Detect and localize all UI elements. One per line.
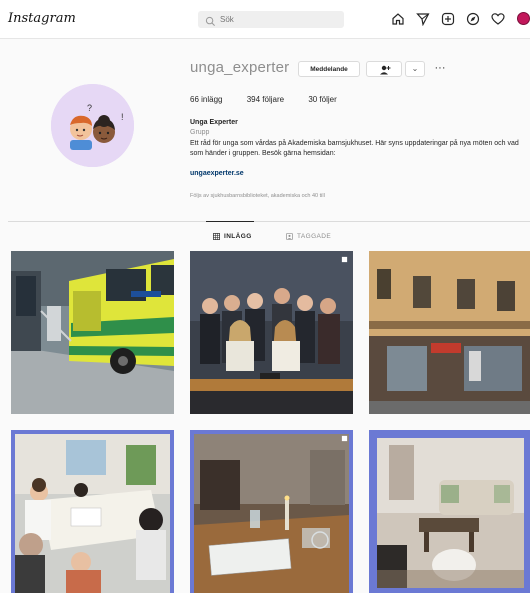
children-table-photo (11, 430, 174, 593)
new-post-icon[interactable] (441, 12, 455, 26)
search-input[interactable] (198, 11, 344, 28)
search-icon (205, 14, 216, 26)
explore-icon[interactable] (466, 12, 480, 26)
profile-avatar: ? ! (51, 84, 134, 167)
posts-count: 66 inlägg (190, 95, 223, 104)
post-tile-group[interactable] (190, 251, 353, 414)
street-building-photo (369, 251, 530, 414)
instagram-logo[interactable]: Instagram (8, 11, 76, 26)
follow-button[interactable] (366, 61, 402, 77)
following-count[interactable]: 30 följer (308, 95, 336, 104)
chevron-down-icon: ⌄ (411, 64, 419, 73)
tagged-person-icon (286, 233, 293, 240)
tab-tagged[interactable]: TAGGADE (286, 233, 331, 240)
followers-count[interactable]: 394 följare (247, 95, 284, 104)
tab-posts-label: INLÄGG (224, 233, 252, 240)
home-icon[interactable] (391, 12, 405, 26)
post-tile-meeting[interactable] (190, 430, 353, 593)
add-user-icon (380, 65, 391, 75)
direct-icon[interactable] (416, 12, 430, 26)
living-room-photo (369, 430, 530, 593)
profile-avatar-icon[interactable] (517, 12, 530, 25)
suggested-chevron-button[interactable]: ⌄ (405, 61, 425, 77)
profile-website-link[interactable]: ungaexperter.se (190, 170, 244, 177)
tab-tagged-label: TAGGADE (297, 233, 332, 240)
active-tab-indicator (206, 221, 254, 222)
group-photo (190, 251, 353, 414)
svg-text:?: ? (87, 103, 92, 113)
more-options-button[interactable]: ··· (432, 60, 448, 76)
post-tile-street[interactable] (369, 251, 530, 414)
multiple-photos-icon (341, 435, 348, 442)
followed-by-text[interactable]: Följs av sjukhusbarnsbiblioteket, akadem… (190, 193, 325, 199)
avatar-illustration: ? ! (51, 84, 134, 167)
message-button[interactable]: Meddelande (298, 61, 360, 77)
svg-text:!: ! (121, 112, 124, 122)
multiple-photos-icon (341, 256, 348, 263)
post-tile-living-room[interactable] (369, 430, 530, 593)
grid-icon (213, 233, 220, 240)
profile-stats: 66 inlägg 394 följare 30 följer (190, 95, 359, 104)
meeting-room-photo (190, 430, 353, 593)
tabs-divider (8, 221, 530, 222)
top-navigation-bar: Instagram (0, 0, 530, 39)
ambulance-photo (11, 251, 174, 414)
tab-posts[interactable]: INLÄGG (213, 233, 252, 240)
profile-bio: Ett råd för unga som vårdas på Akademisk… (190, 140, 519, 157)
profile-username: unga_experter (190, 59, 290, 76)
activity-heart-icon[interactable] (491, 12, 505, 26)
profile-category: Grupp (190, 129, 210, 136)
post-tile-ambulance[interactable] (11, 251, 174, 414)
post-tile-children[interactable] (11, 430, 174, 593)
profile-full-name: Unga Experter (190, 119, 238, 126)
